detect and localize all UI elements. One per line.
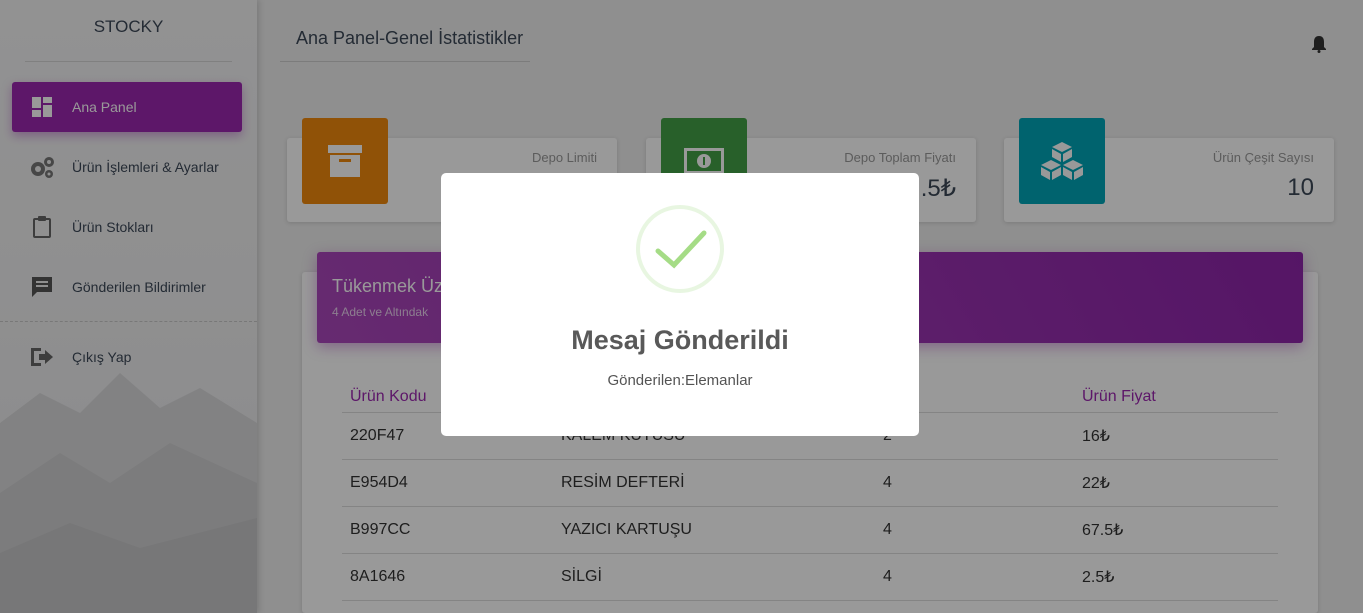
success-modal: Mesaj Gönderildi Gönderilen:Elemanlar [441,173,919,436]
success-check-icon [636,205,724,293]
modal-title: Mesaj Gönderildi [571,325,789,355]
modal-text: Gönderilen:Elemanlar [607,372,753,389]
